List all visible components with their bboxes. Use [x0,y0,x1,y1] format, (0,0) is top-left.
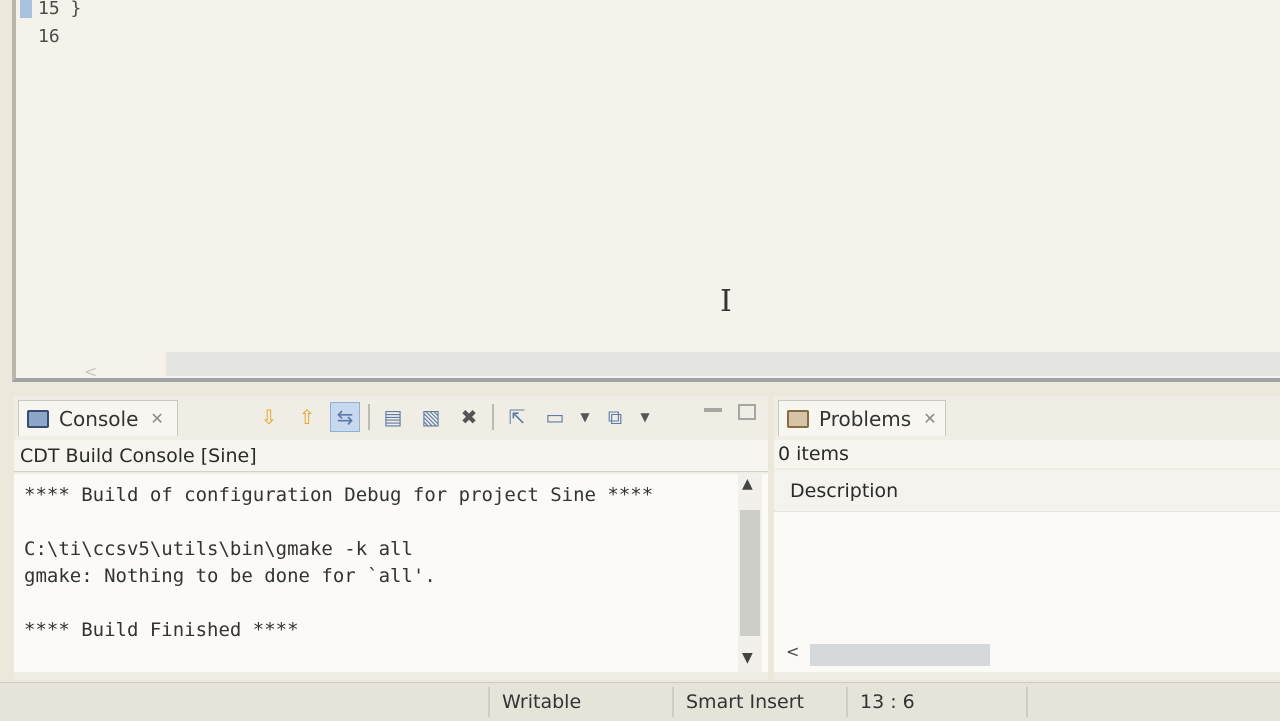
line-highlight-marker [20,0,32,18]
status-writable: Writable [502,691,582,713]
console-line: gmake: Nothing to be done for `all'. [24,565,436,587]
chevron-down-icon[interactable]: ▼ [578,402,592,432]
scrollbar-thumb[interactable] [810,644,990,666]
status-cursor-position: 13 : 6 [860,691,915,713]
close-icon[interactable]: ✕ [150,409,163,428]
toolbar-separator [492,404,494,430]
close-icon[interactable]: ✕ [923,409,936,428]
scroll-up-icon[interactable]: ⇧ [292,402,322,432]
status-separator [488,687,490,717]
chevron-up-icon[interactable]: ▲ [742,476,753,492]
scroll-left-icon[interactable]: < [84,362,97,381]
console-line: C:\ti\ccsv5\utils\bin\gmake -k all [24,538,413,560]
console-icon [27,409,49,428]
clear-console-icon[interactable]: ✖ [454,402,484,432]
copy-build-log-icon[interactable]: ▤ [378,402,408,432]
console-toolbar: ⇩ ⇧ ⇆ ▤ ▧ ✖ ⇱ ▭ ▼ ⧉ ▼ [254,402,652,432]
column-header-description[interactable]: Description [774,470,1280,512]
line-number: 15 [38,0,60,19]
status-separator [1026,687,1028,717]
text-cursor-icon: I [720,284,732,319]
status-separator [672,687,674,717]
problems-count: 0 items [774,440,1280,468]
status-insert-mode: Smart Insert [686,691,805,713]
toolbar-separator [368,404,370,430]
tab-problems[interactable]: Problems ✕ [778,400,946,436]
scroll-down-icon[interactable]: ⇩ [254,402,284,432]
tab-console[interactable]: Console ✕ [18,400,178,436]
code-editor[interactable]: 15 } 16 < I [12,0,1280,382]
lock-console-icon[interactable]: ▧ [416,402,446,432]
open-console-icon[interactable]: ⧉ [600,402,630,432]
console-panel: Console ✕ ⇩ ⇧ ⇆ ▤ ▧ ✖ ⇱ ▭ ▼ ⧉ ▼ CDT Buil… [14,396,768,680]
status-separator [846,687,848,717]
console-vertical-scrollbar[interactable]: ▲ ▼ [738,474,762,672]
console-output[interactable]: **** Build of configuration Debug for pr… [14,474,768,672]
problems-horizontal-scrollbar[interactable]: < [774,642,1280,666]
console-title: CDT Build Console [Sine] [14,440,768,472]
maximize-button[interactable] [738,404,756,420]
console-line: **** Build Finished **** [24,619,299,641]
problems-panel: Problems ✕ 0 items Description < [774,396,1280,680]
editor-horizontal-scrollbar[interactable] [166,352,1280,376]
status-bar: Writable Smart Insert 13 : 6 [0,682,1280,721]
scroll-lock-icon[interactable]: ⇆ [330,402,360,432]
tab-label: Console [59,406,139,431]
chevron-left-icon[interactable]: < [786,642,799,661]
display-selected-console-icon[interactable]: ▭ [540,402,570,432]
pin-console-icon[interactable]: ⇱ [502,402,532,432]
chevron-down-icon[interactable]: ▼ [638,402,652,432]
line-text: } [70,0,82,19]
line-number: 16 [38,26,60,47]
chevron-down-icon[interactable]: ▼ [742,650,753,666]
minimize-button[interactable] [704,408,722,414]
code-line-16: 16 [38,26,60,47]
scrollbar-thumb[interactable] [740,510,760,636]
problems-icon [787,409,809,428]
code-line-15: 15 } [38,0,81,19]
problems-table[interactable]: Description < [774,470,1280,672]
console-line: **** Build of configuration Debug for pr… [24,484,654,506]
tab-label: Problems [819,406,912,431]
